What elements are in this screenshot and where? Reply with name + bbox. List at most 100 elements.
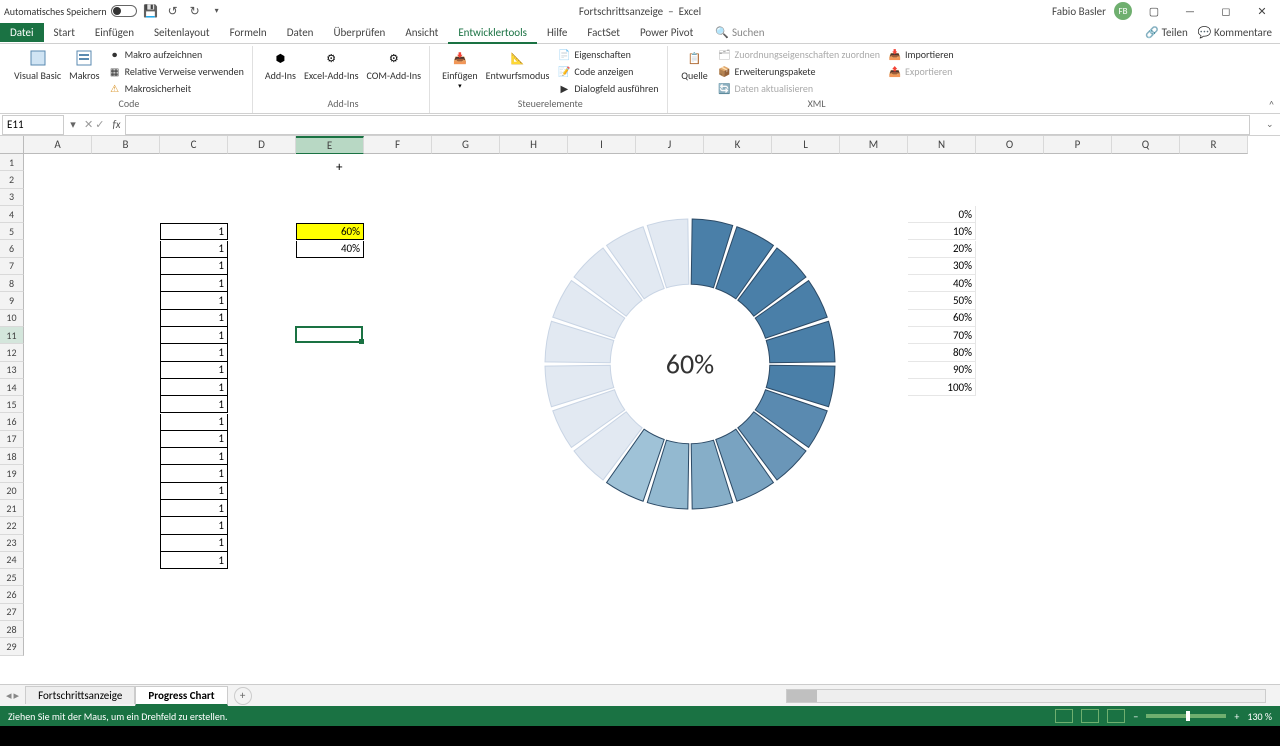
column-header[interactable]: D bbox=[228, 136, 296, 154]
cell[interactable]: 1 bbox=[160, 448, 228, 465]
normal-view-icon[interactable] bbox=[1055, 709, 1073, 723]
tab-factset[interactable]: FactSet bbox=[577, 23, 630, 42]
sheet-tab[interactable]: Progress Chart bbox=[135, 686, 227, 706]
name-box[interactable]: E11 bbox=[2, 115, 64, 135]
cell[interactable]: 1 bbox=[160, 465, 228, 482]
column-header[interactable]: N bbox=[908, 136, 976, 154]
row-header[interactable]: 18 bbox=[0, 448, 24, 465]
undo-icon[interactable]: ↺ bbox=[165, 3, 181, 19]
cell[interactable]: 80% bbox=[908, 344, 976, 361]
row-header[interactable]: 20 bbox=[0, 483, 24, 500]
row-header[interactable]: 13 bbox=[0, 362, 24, 379]
zoom-out-icon[interactable]: − bbox=[1133, 710, 1138, 723]
formula-bar[interactable] bbox=[125, 115, 1250, 135]
column-header[interactable]: B bbox=[92, 136, 160, 154]
name-box-dropdown-icon[interactable]: ▾ bbox=[66, 118, 80, 131]
row-header[interactable]: 4 bbox=[0, 206, 24, 223]
ribbon-display-icon[interactable]: ▢ bbox=[1140, 1, 1168, 21]
cell[interactable]: 1 bbox=[160, 241, 228, 258]
qat-customize-icon[interactable]: ▾ bbox=[209, 3, 225, 19]
row-header[interactable]: 21 bbox=[0, 500, 24, 517]
view-code-button[interactable]: 📝Code anzeigen bbox=[555, 63, 660, 79]
column-header[interactable]: M bbox=[840, 136, 908, 154]
cell[interactable]: 1 bbox=[160, 500, 228, 517]
properties-button[interactable]: 📄Eigenschaften bbox=[555, 46, 660, 62]
zoom-slider[interactable] bbox=[1146, 714, 1226, 718]
row-header[interactable]: 7 bbox=[0, 258, 24, 275]
cell[interactable]: 1 bbox=[160, 431, 228, 448]
minimize-icon[interactable]: — bbox=[1176, 1, 1204, 21]
row-header[interactable]: 16 bbox=[0, 413, 24, 430]
cell[interactable]: 1 bbox=[160, 292, 228, 309]
cell[interactable]: 1 bbox=[160, 414, 228, 431]
tab-entwicklertools[interactable]: Entwicklertools bbox=[448, 23, 537, 44]
cell[interactable]: 1 bbox=[160, 362, 228, 379]
page-layout-view-icon[interactable] bbox=[1081, 709, 1099, 723]
row-header[interactable]: 3 bbox=[0, 189, 24, 206]
excel-addins-button[interactable]: ⚙Excel-Add-Ins bbox=[302, 46, 361, 83]
cell[interactable]: 1 bbox=[160, 258, 228, 275]
tab-überprüfen[interactable]: Überprüfen bbox=[323, 23, 395, 42]
row-header[interactable]: 28 bbox=[0, 621, 24, 638]
sheet-nav-prev-icon[interactable]: ◂ bbox=[6, 689, 12, 702]
cell[interactable]: 20% bbox=[908, 241, 976, 258]
share-button[interactable]: 🔗 Teilen bbox=[1145, 26, 1187, 39]
relative-refs-button[interactable]: ▦Relative Verweise verwenden bbox=[106, 63, 246, 79]
row-header[interactable]: 14 bbox=[0, 379, 24, 396]
addins-button[interactable]: ⬢Add-Ins bbox=[263, 46, 298, 83]
column-header[interactable]: C bbox=[160, 136, 228, 154]
cell[interactable]: 90% bbox=[908, 362, 976, 379]
redo-icon[interactable]: ↻ bbox=[187, 3, 203, 19]
comments-button[interactable]: 💬 Kommentare bbox=[1198, 26, 1272, 39]
row-header[interactable]: 25 bbox=[0, 569, 24, 586]
row-header[interactable]: 17 bbox=[0, 431, 24, 448]
enter-formula-icon[interactable]: ✓ bbox=[95, 118, 104, 131]
cell[interactable]: 50% bbox=[908, 292, 976, 309]
visual-basic-button[interactable]: Visual Basic bbox=[12, 46, 63, 83]
column-header[interactable]: O bbox=[976, 136, 1044, 154]
cell[interactable]: 1 bbox=[160, 223, 228, 240]
row-header[interactable]: 2 bbox=[0, 171, 24, 188]
file-tab[interactable]: Datei bbox=[0, 23, 44, 42]
cell[interactable]: 60% bbox=[296, 223, 364, 240]
cell[interactable]: 1 bbox=[160, 344, 228, 361]
avatar[interactable]: FB bbox=[1114, 2, 1132, 20]
column-header[interactable]: F bbox=[364, 136, 432, 154]
column-header[interactable]: J bbox=[636, 136, 704, 154]
row-header[interactable]: 12 bbox=[0, 344, 24, 361]
tab-seitenlayout[interactable]: Seitenlayout bbox=[144, 23, 220, 42]
select-all-corner[interactable] bbox=[0, 136, 24, 154]
column-header[interactable]: R bbox=[1180, 136, 1248, 154]
cell[interactable]: 1 bbox=[160, 310, 228, 327]
column-header[interactable]: H bbox=[500, 136, 568, 154]
column-header[interactable]: P bbox=[1044, 136, 1112, 154]
maximize-icon[interactable]: ◻ bbox=[1212, 1, 1240, 21]
expansion-packs-button[interactable]: 📦Erweiterungspakete bbox=[716, 63, 883, 79]
tab-hilfe[interactable]: Hilfe bbox=[537, 23, 577, 42]
autosave-toggle[interactable]: Automatisches Speichern bbox=[4, 5, 137, 18]
com-addins-button[interactable]: ⚙COM-Add-Ins bbox=[365, 46, 424, 83]
cell[interactable]: 70% bbox=[908, 327, 976, 344]
row-header[interactable]: 5 bbox=[0, 223, 24, 240]
tab-daten[interactable]: Daten bbox=[277, 23, 324, 42]
row-header[interactable]: 1 bbox=[0, 154, 24, 171]
row-header[interactable]: 10 bbox=[0, 310, 24, 327]
import-button[interactable]: 📥Importieren bbox=[886, 46, 956, 62]
row-header[interactable]: 6 bbox=[0, 240, 24, 257]
row-header[interactable]: 15 bbox=[0, 396, 24, 413]
row-header[interactable]: 8 bbox=[0, 275, 24, 292]
cell[interactable]: 1 bbox=[160, 483, 228, 500]
cancel-formula-icon[interactable]: ✕ bbox=[84, 118, 93, 131]
cell[interactable]: 40% bbox=[908, 275, 976, 292]
progress-donut-chart[interactable]: 60% bbox=[540, 214, 840, 514]
insert-control-button[interactable]: 📥Einfügen▾ bbox=[440, 46, 480, 92]
cell[interactable]: 1 bbox=[160, 327, 228, 344]
collapse-ribbon-icon[interactable]: ^ bbox=[1269, 98, 1274, 111]
cell[interactable]: 40% bbox=[296, 241, 364, 258]
macro-security-button[interactable]: ⚠Makrosicherheit bbox=[106, 80, 246, 96]
cell[interactable]: 1 bbox=[160, 552, 228, 569]
column-header[interactable]: E bbox=[296, 136, 364, 154]
row-header[interactable]: 11 bbox=[0, 327, 24, 344]
column-header[interactable]: I bbox=[568, 136, 636, 154]
zoom-level[interactable]: 130 % bbox=[1247, 710, 1272, 723]
